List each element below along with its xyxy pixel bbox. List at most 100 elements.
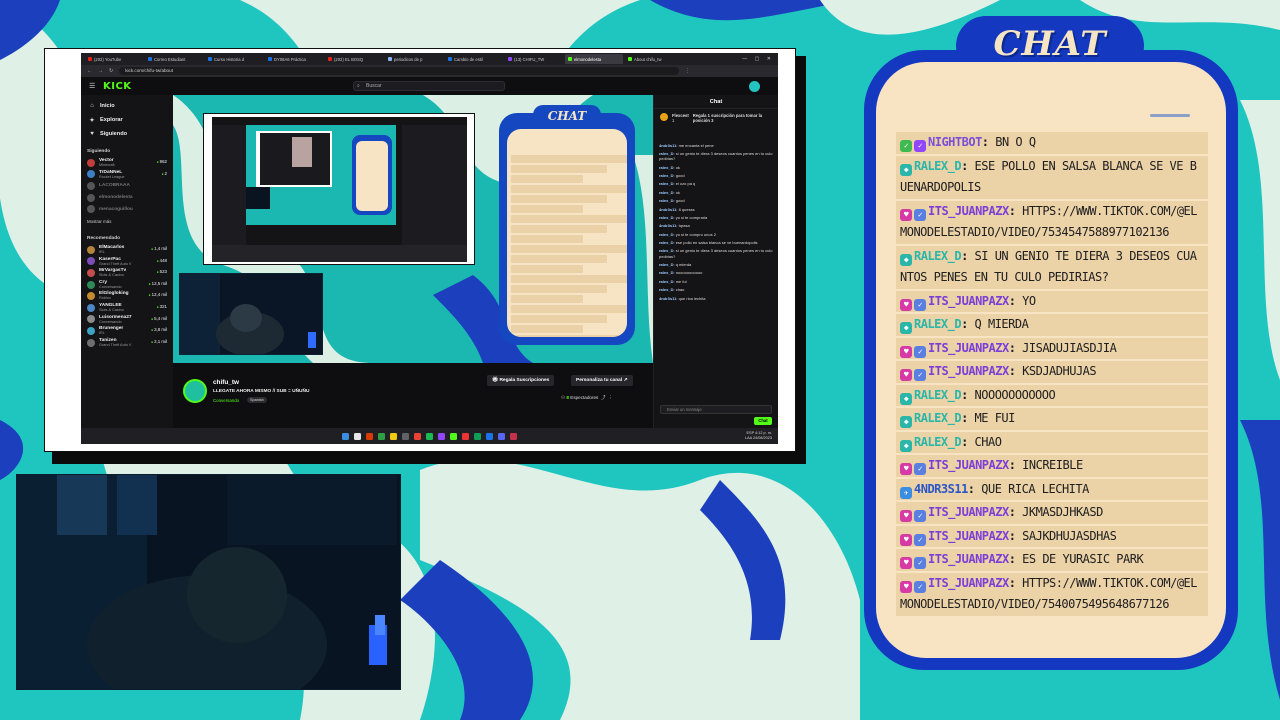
browser-tab[interactable]: Correo Estudiant (145, 54, 203, 64)
chat-username[interactable]: ralex_D (659, 279, 673, 284)
mini-chat-row (511, 244, 627, 253)
user-avatar[interactable] (749, 81, 760, 92)
share-icon[interactable]: ⤴ (601, 395, 606, 400)
following-channel[interactable]: TrDaNNeLRocket League 2 (81, 169, 173, 181)
chat-text: el ozo pa q (675, 181, 696, 187)
browser-tab[interactable]: (202) YouTube (85, 54, 143, 64)
sidebar-item-explorar[interactable]: ✦ Explorar (81, 113, 173, 127)
menu-icon[interactable]: ☰ (89, 82, 95, 90)
overlay-chat-separator: : (1008, 552, 1023, 566)
recommended-channel[interactable]: CryConversando 12,5 mil (81, 279, 173, 291)
browser-tab[interactable]: About chifu_tw (625, 54, 683, 64)
chat-username[interactable]: ralex_D (659, 240, 673, 245)
browser-tab[interactable]: (202) EL BOSQ (325, 54, 383, 64)
recommended-channel[interactable]: BrunengerIRL 3,8 mil (81, 325, 173, 337)
extensions-icon[interactable]: ⋮ (685, 68, 690, 74)
chat-input[interactable]: Enviar un mensaje (660, 405, 772, 414)
video-player[interactable]: CHAT (173, 95, 653, 363)
user-badge-icon: ✓ (900, 140, 912, 152)
chat-username[interactable]: 4ndr3s11 (659, 223, 676, 228)
following-channel[interactable]: VectorMinecraft 962 (81, 157, 173, 169)
taskbar-app-icon[interactable] (366, 432, 373, 440)
kick-logo[interactable]: KICK (103, 81, 132, 92)
recommended-channel[interactable]: MrVargasTvSlots & Casino 523 (81, 267, 173, 279)
show-more-link[interactable]: Mostrar más (81, 215, 173, 228)
recommended-channel[interactable]: TanizenGrand Theft Auto V 2,1 mil (81, 337, 173, 349)
chat-username[interactable]: ralex_D (659, 270, 673, 275)
taskbar-app-icon[interactable] (486, 432, 493, 440)
more-options-icon[interactable]: ⋮ (608, 395, 613, 400)
chat-username[interactable]: ralex_D (659, 262, 673, 267)
streamer-name[interactable]: chifu_tw (213, 379, 239, 386)
chat-text: q mierda (675, 262, 692, 268)
recommended-channel[interactable]: Luisormena27Conversando 5,4 mil (81, 314, 173, 326)
following-channel[interactable]: elmonodelesta (81, 192, 173, 204)
recommended-channel[interactable]: YANGLEESlots & Casino 321 (81, 302, 173, 314)
recommended-channel[interactable]: KaserPacGrand Theft Auto V 448 (81, 256, 173, 268)
sidebar-item-siguiendo[interactable]: ♥ Siguiendo (81, 127, 173, 141)
chat-send-button[interactable]: Chat (754, 417, 772, 425)
taskbar-app-icon[interactable] (402, 432, 409, 440)
chat-username[interactable]: ralex_D (659, 190, 673, 195)
browser-tab[interactable]: DY08A6 Práctica (265, 54, 323, 64)
browser-tab[interactable]: (13) CHIFU_TW (505, 54, 563, 64)
language-tag[interactable]: Spanish (247, 397, 267, 403)
overlay-chat-username: ITS_JUANPAZX (928, 458, 1009, 472)
taskbar-app-icon[interactable] (354, 432, 361, 440)
window-controls[interactable]: — ▢ ✕ (742, 56, 774, 62)
chat-username[interactable]: ralex_D (659, 215, 673, 220)
gift-subs-button[interactable]: 🎁︎ Regala Suscripciones (487, 375, 555, 386)
overlay-chat-text: KSDJADHUJAS (1022, 364, 1097, 378)
browser-tab[interactable]: elmonodelesta (565, 54, 623, 64)
taskbar-app-icon[interactable] (450, 432, 457, 440)
system-tray[interactable]: ESP 4:12 p. m. LAA 24/08/2023 (745, 431, 772, 440)
following-channel[interactable]: LACOBRAAA (81, 180, 173, 192)
taskbar-app-icon[interactable] (426, 432, 433, 440)
search-input[interactable]: ⌕ Buscar (353, 81, 505, 91)
taskbar-app-icon[interactable] (414, 432, 421, 440)
pinned-user[interactable]: Flexcest 1 (672, 113, 689, 123)
back-icon[interactable]: ← (87, 68, 92, 74)
browser-tab[interactable]: periodicos de p (385, 54, 443, 64)
chat-username[interactable]: ralex_D (659, 287, 673, 292)
chat-username[interactable]: ralex_D (659, 232, 673, 237)
user-badge-icon: ♥ (900, 510, 912, 522)
chat-username[interactable]: ralex_D (659, 165, 673, 170)
recommended-channel[interactable]: ElMacarlosIRL 1,4 mil (81, 244, 173, 256)
chat-username[interactable]: ralex_D (659, 181, 673, 186)
chat-text: si un genio te diera 3 deseos cuantos pe… (659, 248, 773, 259)
windows-start-icon[interactable] (342, 432, 349, 440)
chat-username[interactable]: ralex_D (659, 173, 673, 178)
overlay-chat-username: 4NDR3S11 (914, 481, 968, 496)
channel-game: IRL (99, 331, 105, 336)
following-channel[interactable]: menacoguillou (81, 203, 173, 215)
browser-tab[interactable]: Cambio de estil (445, 54, 503, 64)
taskbar-app-icon[interactable] (474, 432, 481, 440)
stream-category[interactable]: Conversando (213, 398, 239, 403)
streamer-avatar[interactable] (183, 379, 207, 403)
reload-icon[interactable]: ↻ (109, 68, 113, 74)
channel-game: Roblox (99, 296, 111, 301)
url-field[interactable]: kick.com/chifu-tw/about (119, 67, 680, 75)
taskbar-app-icon[interactable] (438, 432, 445, 440)
chat-username[interactable]: ralex_D (659, 198, 673, 203)
taskbar-app-icon[interactable] (462, 432, 469, 440)
customize-channel-button[interactable]: Personaliza tu canal ↗ (571, 375, 633, 386)
chat-username[interactable]: 4ndr3s11 (659, 143, 676, 148)
channel-name: elmonodelesta (99, 195, 133, 201)
taskbar-app-icon[interactable] (390, 432, 397, 440)
tab-favicon-icon (268, 57, 272, 61)
chat-username[interactable]: 4ndr3s11 (659, 296, 676, 301)
sidebar-item-inicio[interactable]: ⌂ Inicio (81, 99, 173, 113)
tab-label: DY08A6 Práctica (274, 56, 306, 62)
taskbar-app-icon[interactable] (510, 432, 517, 440)
chat-username[interactable]: 4ndr3s11 (659, 207, 676, 212)
forward-icon[interactable]: → (98, 68, 103, 74)
browser-tab[interactable]: Curso Historia d (205, 54, 263, 64)
recommended-channel[interactable]: ElGloglokingRoblox 12,4 mil (81, 290, 173, 302)
taskbar-app-icon[interactable] (378, 432, 385, 440)
chat-text: me fui (675, 278, 687, 284)
tab-favicon-icon (148, 57, 152, 61)
taskbar-app-icon[interactable] (498, 432, 505, 440)
chat-text: ok (675, 164, 680, 170)
